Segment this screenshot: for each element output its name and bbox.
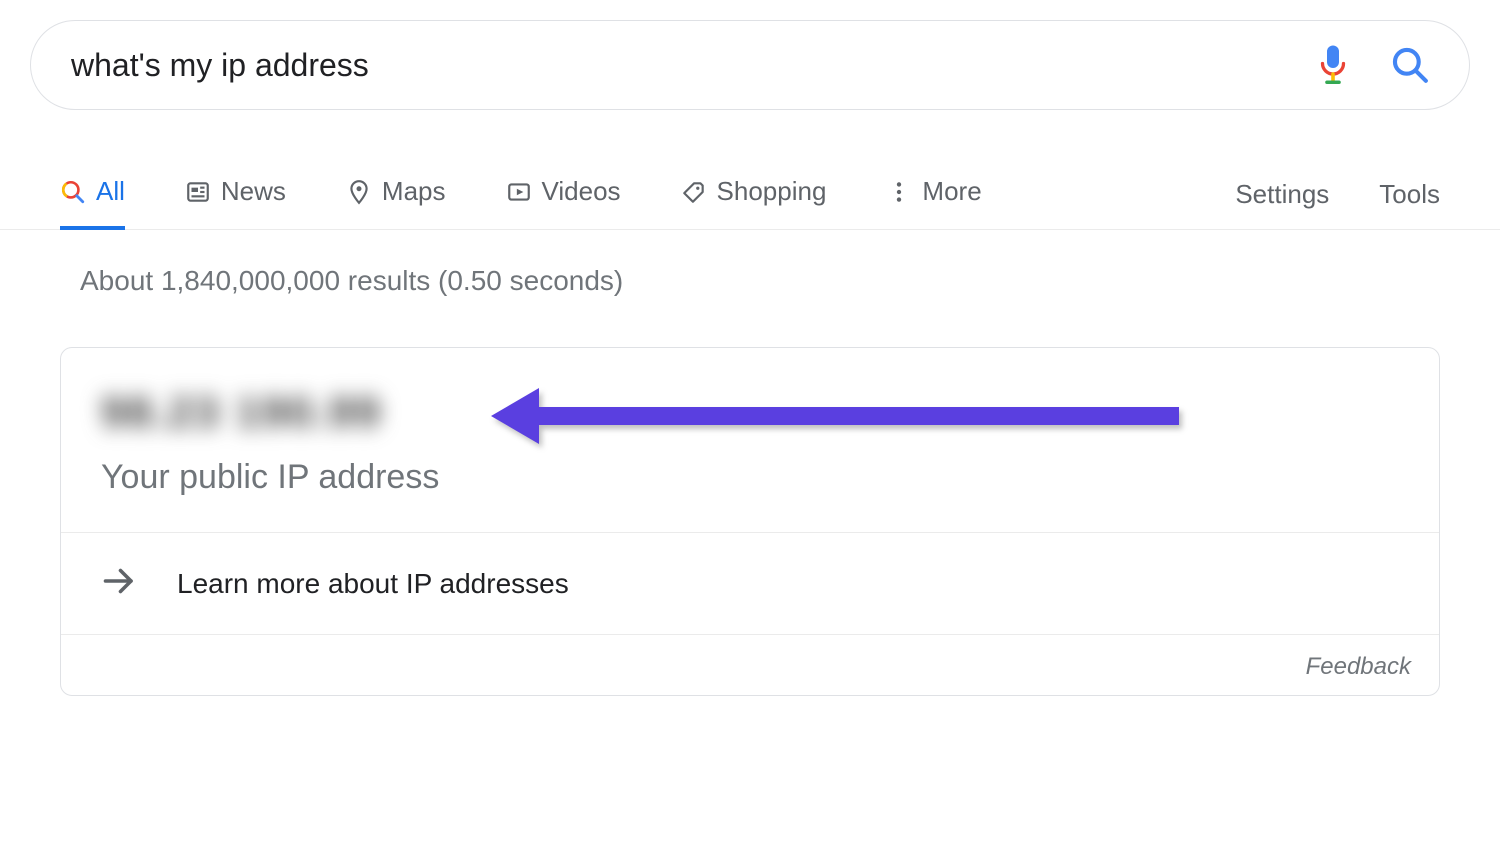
voice-search-icon[interactable] [1315,43,1351,87]
search-bar-icons [1315,43,1429,87]
learn-more-link[interactable]: Learn more about IP addresses [61,532,1439,634]
search-input[interactable] [71,47,1315,84]
feedback-link[interactable]: Feedback [1306,653,1411,681]
ip-value: 98.23 190.99 [101,388,382,438]
card-footer: Feedback [61,634,1439,695]
tab-label: Maps [382,176,446,207]
tab-label: News [221,176,286,207]
videos-icon [506,179,532,205]
shopping-icon [681,179,707,205]
tab-news[interactable]: News [185,160,286,230]
tab-label: Videos [542,176,621,207]
ip-answer-card: 98.23 190.99 Your public IP address Lear… [60,347,1440,696]
search-icon[interactable] [1391,46,1429,84]
arrow-shaft [539,407,1179,425]
tab-label: More [922,176,981,207]
learn-more-text: Learn more about IP addresses [177,568,569,600]
tab-more[interactable]: More [886,160,981,230]
result-stats: About 1,840,000,000 results (0.50 second… [80,265,1500,297]
search-tabs: All News Maps Videos [0,160,1500,230]
tools-link[interactable]: Tools [1379,179,1440,210]
news-icon [185,179,211,205]
ip-label: Your public IP address [101,458,1399,497]
tab-shopping[interactable]: Shopping [681,160,827,230]
more-icon [886,179,912,205]
tab-label: Shopping [717,176,827,207]
search-tabs-right: Settings Tools [1235,179,1440,210]
tab-maps[interactable]: Maps [346,160,446,230]
maps-icon [346,179,372,205]
search-mini-icon [60,179,86,205]
ip-answer-top: 98.23 190.99 Your public IP address [61,348,1439,532]
settings-link[interactable]: Settings [1235,179,1329,210]
annotation-arrow [491,388,1179,444]
search-tabs-left: All News Maps Videos [60,160,1235,230]
arrow-left-icon [491,388,539,444]
tab-videos[interactable]: Videos [506,160,621,230]
arrow-right-icon [101,563,137,604]
search-bar [30,20,1470,110]
tab-all[interactable]: All [60,160,125,230]
tab-label: All [96,176,125,207]
